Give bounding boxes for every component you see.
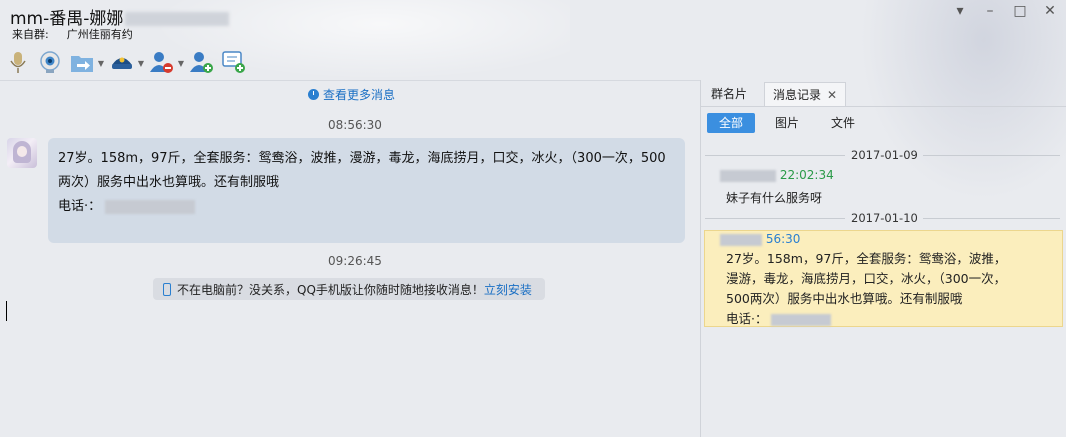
add-member-button[interactable] — [190, 50, 214, 74]
microphone-icon — [10, 52, 26, 73]
history-time: 56:30 — [765, 232, 801, 246]
remove-member-icon — [150, 52, 173, 73]
history-message: 妹子有什么服务呀 — [726, 191, 823, 205]
message-timestamp: 08:56:30 — [328, 118, 382, 132]
video-icon — [40, 51, 60, 73]
add-member-icon — [190, 52, 213, 73]
clock-icon — [308, 89, 319, 100]
history-message-line: 500两次）服务中出水也算哦。还有制服哦 — [726, 291, 963, 306]
add-comment-icon — [222, 51, 245, 73]
maximize-icon[interactable]: □ — [1010, 3, 1030, 19]
chevron-down-icon: ▼ — [137, 59, 144, 68]
history-message-line: 27岁。158m，97斤，全套服务：鸳鸯浴，波推， — [726, 251, 1007, 266]
filter-images[interactable]: 图片 — [768, 113, 806, 133]
source-label: 来自群: — [12, 28, 49, 41]
install-now-link[interactable]: 立刻安装 — [484, 281, 532, 298]
mobile-qq-notice: 不在电脑前？没关系，QQ手机版让你随时随地接收消息！ 立刻安装 — [153, 278, 545, 300]
separator-line — [923, 218, 1060, 219]
history-time: 22:02:34 — [779, 168, 834, 182]
message-timestamp: 09:26:45 — [328, 254, 382, 268]
redacted-phone — [105, 200, 196, 214]
history-message-line: 漫游，毒龙，海底捞月，口交，冰火，（300一次， — [726, 271, 1007, 286]
history-date: 2017-01-10 — [851, 211, 918, 225]
remove-member-button[interactable]: ▼ — [150, 50, 184, 74]
close-tab-icon[interactable]: ✕ — [827, 88, 837, 102]
redacted-sender — [720, 169, 776, 182]
message-phone-line: 电话·： — [58, 195, 675, 219]
chevron-down-icon: ▼ — [97, 59, 104, 68]
minimize-icon[interactable]: – — [980, 3, 1000, 19]
panel-divider — [700, 80, 701, 437]
source-group-name: 广州佳丽有约 — [66, 28, 133, 41]
chevron-down-icon: ▼ — [177, 59, 184, 68]
history-sender-line: 22:02:34 — [720, 168, 834, 182]
video-call-button[interactable] — [38, 50, 62, 74]
voice-call-button[interactable] — [6, 50, 30, 74]
file-transfer-button[interactable]: ▼ — [70, 50, 104, 74]
history-date: 2017-01-09 — [851, 148, 918, 162]
close-icon[interactable]: ✕ — [1040, 3, 1060, 19]
add-comment-button[interactable] — [222, 50, 246, 74]
chat-toolbar: ▼ ▼ ▼ — [6, 48, 254, 76]
history-sender-line: 56:30 — [720, 232, 800, 246]
redacted-block — [125, 12, 230, 26]
tab-group-card[interactable]: 群名片 — [711, 82, 747, 106]
input-caret[interactable] — [6, 301, 7, 321]
history-date-separator: 2017-01-10 — [705, 211, 1060, 225]
message-line: 两次）服务中出水也算哦。还有制服哦 — [58, 175, 280, 190]
history-phone-line: 电话·： — [726, 309, 1056, 329]
separator-line — [705, 155, 845, 156]
separator-line — [923, 155, 1060, 156]
redacted-phone — [771, 313, 832, 326]
redacted-sender — [720, 233, 762, 246]
filter-all[interactable]: 全部 — [707, 113, 755, 133]
side-panel-tabs: 群名片 消息记录 ✕ — [701, 82, 1066, 107]
view-more-messages-link[interactable]: 查看更多消息 — [308, 86, 395, 103]
app-button[interactable]: ▼ — [110, 50, 144, 74]
history-date-separator: 2017-01-09 — [705, 148, 1060, 162]
history-message-body: 27岁。158m，97斤，全套服务：鸳鸯浴，波推， 漫游，毒龙，海底捞月，口交，… — [726, 249, 1056, 329]
source-group-info: 来自群: 广州佳丽有约 — [12, 26, 133, 42]
message-line: 27岁。158m，97斤，全套服务：鸳鸯浴，波推，漫游，毒龙，海底捞月，口交，冰… — [58, 151, 666, 166]
avatar-face — [17, 146, 27, 157]
separator-line — [705, 218, 845, 219]
phone-label: 电话·： — [726, 311, 768, 326]
notice-text: 不在电脑前？没关系，QQ手机版让你随时随地接收消息！ — [177, 282, 484, 297]
filter-files[interactable]: 文件 — [824, 113, 862, 133]
tab-message-history[interactable]: 消息记录 ✕ — [764, 82, 846, 106]
file-transfer-icon — [71, 56, 93, 72]
sender-avatar[interactable] — [7, 138, 37, 168]
mobile-phone-icon — [163, 282, 171, 296]
police-icon — [112, 57, 132, 69]
view-more-messages-label: 查看更多消息 — [323, 88, 396, 102]
dropdown-menu-icon[interactable]: ▾ — [950, 3, 970, 19]
tab-message-history-label: 消息记录 — [773, 88, 822, 102]
phone-label: 电话·： — [58, 199, 102, 214]
message-bubble[interactable]: 27岁。158m，97斤，全套服务：鸳鸯浴，波推，漫游，毒龙，海底捞月，口交，冰… — [48, 138, 685, 243]
toolbar-divider — [0, 80, 700, 81]
